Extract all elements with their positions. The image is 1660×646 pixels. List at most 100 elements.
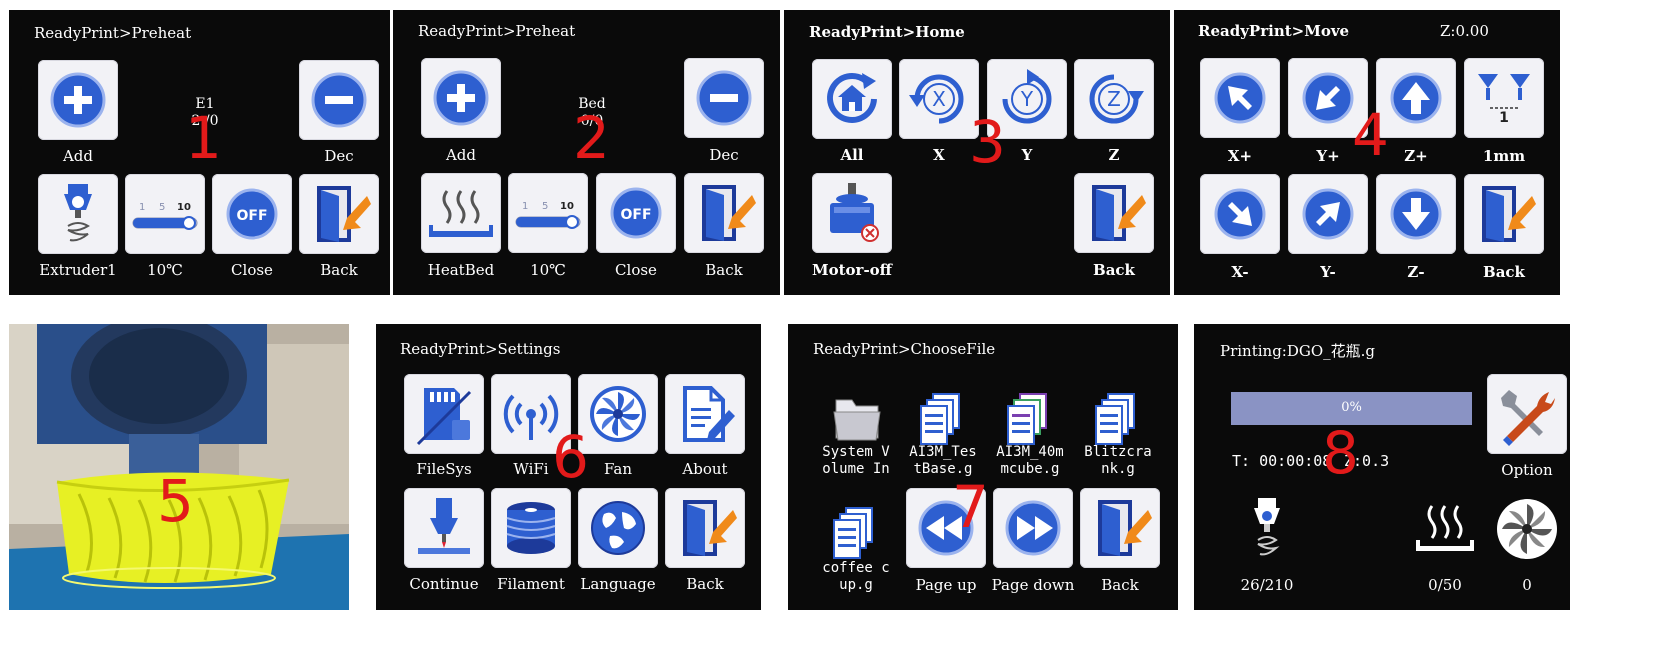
panel-number: 6	[552, 423, 589, 491]
back-button[interactable]	[1080, 488, 1160, 568]
extruder-label: Extruder1	[39, 261, 117, 279]
back-button[interactable]	[665, 488, 745, 568]
move-screen: ReadyPrint>Move Z:0.00 X+ Y+ Z+ 1 1mm X-…	[1174, 10, 1560, 295]
about-label: About	[682, 460, 728, 478]
add-button[interactable]	[421, 58, 501, 138]
continue-button[interactable]	[404, 488, 484, 568]
svg-text:Y: Y	[1020, 87, 1034, 111]
home-all-button[interactable]	[812, 59, 892, 139]
page-down-button[interactable]	[993, 488, 1073, 568]
file-icon	[1007, 393, 1047, 445]
step-size-button[interactable]: 1	[1464, 58, 1544, 138]
filesys-label: FileSys	[416, 460, 472, 478]
back-label: Back	[1101, 576, 1139, 594]
move-x-plus-label: X+	[1227, 147, 1253, 165]
screen-title: ReadyPrint>ChooseFile	[813, 340, 996, 358]
close-button[interactable]: OFF	[212, 174, 292, 254]
elapsed-time: T: 00:00:08	[1232, 452, 1332, 470]
move-y-minus-label: Y-	[1320, 263, 1336, 281]
plus-icon	[433, 70, 489, 126]
extruder-temp-indicator	[1232, 494, 1302, 564]
close-button[interactable]: OFF	[596, 173, 676, 253]
extruder-select-button[interactable]	[38, 174, 118, 254]
file-icon	[1095, 393, 1135, 445]
home-x-button[interactable]: X	[899, 59, 979, 139]
tools-icon	[1501, 390, 1555, 446]
move-x-minus-button[interactable]	[1200, 174, 1280, 254]
step-button[interactable]: 1 5 10	[508, 173, 588, 253]
page-up-label: Page up	[915, 576, 977, 594]
option-button[interactable]	[1487, 374, 1567, 454]
file-item[interactable]	[903, 390, 983, 450]
file-icon	[920, 393, 960, 445]
about-button[interactable]	[665, 374, 745, 454]
file-icon	[833, 507, 873, 559]
extruder-icon	[1254, 498, 1280, 556]
globe-icon	[591, 501, 645, 555]
dec-button[interactable]	[684, 58, 764, 138]
exit-door-icon	[1092, 185, 1146, 241]
step-label: 10℃	[530, 261, 566, 279]
svg-text:OFF: OFF	[620, 207, 651, 223]
svg-text:5: 5	[159, 202, 165, 213]
panel-number: 2	[573, 104, 610, 172]
move-z-minus-button[interactable]	[1376, 174, 1456, 254]
screen-title: ReadyPrint>Home	[809, 23, 965, 41]
home-x-label: X	[933, 146, 945, 164]
close-label: Close	[615, 261, 657, 279]
progress-percent: 0%	[1341, 400, 1362, 415]
add-label: Add	[445, 146, 477, 164]
back-label: Back	[705, 261, 743, 279]
screen-title: ReadyPrint>Move	[1198, 22, 1350, 40]
minus-icon	[696, 70, 752, 126]
file-item[interactable]	[816, 504, 896, 564]
filament-button[interactable]	[491, 488, 571, 568]
back-label: Back	[320, 261, 358, 279]
heatbed-icon	[429, 190, 493, 237]
bed-temp-indicator	[1410, 494, 1480, 564]
fan-speed: 0	[1522, 576, 1532, 594]
off-icon: OFF	[226, 188, 278, 240]
panel-number: 8	[1322, 419, 1359, 487]
arrow-up-right-icon	[1302, 188, 1354, 240]
file-item[interactable]	[990, 390, 1070, 450]
svg-text:OFF: OFF	[236, 208, 267, 224]
arrow-up-left-icon	[1214, 72, 1266, 124]
motor-off-button[interactable]	[812, 173, 892, 253]
language-label: Language	[580, 575, 656, 593]
add-label: Add	[62, 147, 94, 165]
folder-item[interactable]	[816, 390, 896, 450]
svg-text:10: 10	[177, 202, 191, 213]
home-z-button[interactable]: Z	[1074, 59, 1154, 139]
language-button[interactable]	[578, 488, 658, 568]
add-button[interactable]	[38, 60, 118, 140]
svg-text:1: 1	[522, 201, 528, 212]
screen-title: ReadyPrint>Settings	[400, 340, 561, 358]
back-button[interactable]	[1074, 173, 1154, 253]
fast-forward-icon	[1005, 500, 1061, 556]
file-label: AI3M_40m mcube.g	[996, 444, 1064, 477]
back-label: Back	[686, 575, 724, 593]
fan-icon	[590, 386, 646, 442]
screen-title: ReadyPrint>Preheat	[418, 22, 576, 40]
filesys-button[interactable]	[404, 374, 484, 454]
dec-button[interactable]	[299, 60, 379, 140]
heatbed-select-button[interactable]	[421, 173, 501, 253]
bed-temp: 0/50	[1428, 576, 1462, 594]
back-button[interactable]	[684, 173, 764, 253]
move-y-minus-button[interactable]	[1288, 174, 1368, 254]
step-size-label: 1mm	[1482, 147, 1526, 165]
exit-door-icon	[683, 500, 737, 556]
extruder-icon	[64, 184, 92, 242]
step-button[interactable]: 1 5 10	[125, 174, 205, 254]
printed-vase-photo: 5	[9, 324, 349, 610]
move-x-plus-button[interactable]	[1200, 58, 1280, 138]
file-item[interactable]	[1078, 390, 1158, 450]
fan-button[interactable]	[578, 374, 658, 454]
dec-label: Dec	[709, 146, 739, 164]
home-x-icon: X	[909, 74, 964, 124]
arrow-down-icon	[1390, 188, 1442, 240]
back-button[interactable]	[1464, 174, 1544, 254]
extruder-temp: 26/210	[1240, 576, 1294, 594]
back-button[interactable]	[299, 174, 379, 254]
